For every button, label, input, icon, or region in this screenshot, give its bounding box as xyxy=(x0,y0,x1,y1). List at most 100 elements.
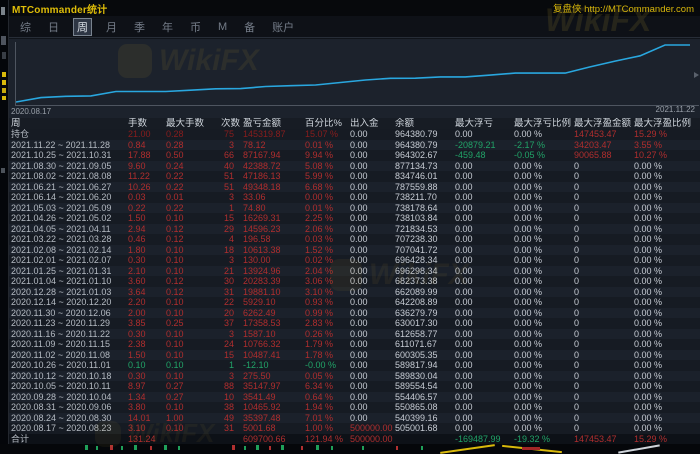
table-row[interactable]: 2020.12.28 ~ 2021.01.033.640.123119881.1… xyxy=(9,287,700,298)
table-row[interactable]: 2020.10.26 ~ 2020.11.010.100.101-12.10-0… xyxy=(9,360,700,371)
column-header-3[interactable]: 次数 xyxy=(221,118,243,129)
table-row[interactable]: 2021.08.30 ~ 2021.09.059.600.244042388.7… xyxy=(9,161,700,172)
table-row[interactable]: 2020.08.24 ~ 2020.08.3014.011.004935397.… xyxy=(9,413,700,424)
table-row[interactable]: 2020.11.02 ~ 2020.11.081.500.101510487.4… xyxy=(9,350,700,361)
cell-手数: 1.80 xyxy=(128,245,166,256)
cell-最大浮盈金额: 147453.47 xyxy=(574,129,634,140)
table-row[interactable]: 2021.04.05 ~ 2021.04.112.940.122914596.2… xyxy=(9,224,700,235)
cell-手数: 3.85 xyxy=(128,318,166,329)
cell-余额: 696298.34 xyxy=(395,266,455,277)
column-header-2[interactable]: 最大手数 xyxy=(166,118,221,129)
cell-最大浮盈比例: 0.00 % xyxy=(634,182,700,193)
table-row[interactable]: 2020.08.31 ~ 2020.09.063.800.103810465.9… xyxy=(9,402,700,413)
tab-周[interactable]: 周 xyxy=(73,18,92,36)
tab-月[interactable]: 月 xyxy=(103,18,120,36)
cell-次数: 75 xyxy=(221,129,243,140)
tab-日[interactable]: 日 xyxy=(45,18,62,36)
table-row[interactable]: 2020.11.16 ~ 2020.11.220.300.1031587.100… xyxy=(9,329,700,340)
table-row[interactable]: 2021.01.04 ~ 2021.01.103.600.123020283.3… xyxy=(9,276,700,287)
row-label: 2021.02.01 ~ 2021.02.07 xyxy=(11,255,128,266)
cell-余额: 877134.73 xyxy=(395,161,455,172)
tab-综[interactable]: 综 xyxy=(17,18,34,36)
cell-最大手数: 0.10 xyxy=(166,266,221,277)
table-row[interactable]: 2021.01.25 ~ 2021.01.312.100.102113924.9… xyxy=(9,266,700,277)
cell-最大浮亏: 0.00 xyxy=(455,318,514,329)
table-row[interactable]: 2021.06.21 ~ 2021.06.2710.260.225149348.… xyxy=(9,182,700,193)
cell-最大浮亏比例: 0.00 % xyxy=(514,371,574,382)
table-row[interactable]: 2020.08.17 ~ 2020.08.233.100.10315001.68… xyxy=(9,423,700,434)
table-row[interactable]: 2020.12.14 ~ 2020.12.202.200.10225929.10… xyxy=(9,297,700,308)
table-row[interactable]: 2020.11.30 ~ 2020.12.062.000.10206262.49… xyxy=(9,308,700,319)
cell-次数: 3 xyxy=(221,255,243,266)
open-position-row[interactable]: 持仓21.000.2875145319.8715.07 %0.00964380.… xyxy=(9,129,700,140)
cell-最大浮亏比例: 0.00 % xyxy=(514,392,574,403)
cell-最大浮盈金额: 0 xyxy=(574,234,634,245)
column-header-9[interactable]: 最大浮亏比例 xyxy=(514,118,574,129)
cell-最大浮亏: 0.00 xyxy=(455,255,514,266)
cell-最大浮盈金额: 0 xyxy=(574,213,634,224)
table-row[interactable]: 2021.04.26 ~ 2021.05.021.500.101516269.3… xyxy=(9,213,700,224)
table-row[interactable]: 2021.02.08 ~ 2021.02.141.800.101810613.3… xyxy=(9,245,700,256)
column-header-1[interactable]: 手数 xyxy=(128,118,166,129)
cell-出入金: 0.00 xyxy=(350,371,395,382)
cell-余额: 682373.38 xyxy=(395,276,455,287)
cell-出入金: 0.00 xyxy=(350,213,395,224)
table-row[interactable]: 2020.10.12 ~ 2020.10.180.300.103275.500.… xyxy=(9,371,700,382)
row-label: 2021.08.30 ~ 2021.09.05 xyxy=(11,161,128,172)
table-row[interactable]: 2021.02.01 ~ 2021.02.070.300.103130.000.… xyxy=(9,255,700,266)
cell-手数: 10.26 xyxy=(128,182,166,193)
cell-余额: 787559.88 xyxy=(395,182,455,193)
cell-最大浮亏比例: 0.00 % xyxy=(514,234,574,245)
cell-最大浮盈比例: 0.00 % xyxy=(634,161,700,172)
table-row[interactable]: 2021.08.02 ~ 2021.08.0811.220.225147186.… xyxy=(9,171,700,182)
total-row[interactable]: 合计131.24609700.66121.94 %500000.00-16948… xyxy=(9,434,700,445)
tab-账户[interactable]: 账户 xyxy=(269,18,297,36)
cell-手数: 0.30 xyxy=(128,329,166,340)
column-header-8[interactable]: 最大浮亏 xyxy=(455,118,514,129)
table-row[interactable]: 2020.11.23 ~ 2020.11.293.850.253717358.5… xyxy=(9,318,700,329)
column-header-0[interactable]: 周 xyxy=(11,118,128,129)
tab-币[interactable]: 币 xyxy=(187,18,204,36)
table-row[interactable]: 2020.11.09 ~ 2020.11.152.380.102410766.3… xyxy=(9,339,700,350)
cell-最大浮盈比例: 0.00 % xyxy=(634,255,700,266)
cell-最大浮亏: 0.00 xyxy=(455,381,514,392)
cell-手数: 1.34 xyxy=(128,392,166,403)
cell-最大浮盈比例: 10.27 % xyxy=(634,150,700,161)
table-row[interactable]: 2021.05.03 ~ 2021.05.090.220.22174.800.0… xyxy=(9,203,700,214)
cell-最大浮亏: 0.00 xyxy=(455,171,514,182)
tab-M[interactable]: M xyxy=(215,20,230,34)
row-label: 2021.11.22 ~ 2021.11.28 xyxy=(11,140,128,151)
table-row[interactable]: 2020.09.28 ~ 2020.10.041.340.27103541.49… xyxy=(9,392,700,403)
table-row[interactable]: 2021.03.22 ~ 2021.03.280.460.124196.580.… xyxy=(9,234,700,245)
cell-最大浮盈比例: 0.00 % xyxy=(634,234,700,245)
table-row[interactable]: 2021.06.14 ~ 2021.06.200.030.01333.060.0… xyxy=(9,192,700,203)
column-header-6[interactable]: 出入金 xyxy=(350,118,395,129)
brand-link[interactable]: 复盘侠 http://MTCommander.com xyxy=(553,1,694,15)
column-header-10[interactable]: 最大浮盈金额 xyxy=(574,118,634,129)
column-header-7[interactable]: 余额 xyxy=(395,118,455,129)
cell-盈亏金额: 1587.10 xyxy=(243,329,305,340)
cell-最大浮亏: 0.00 xyxy=(455,339,514,350)
tab-bar: 综日周月季年币M备账户 xyxy=(9,16,700,38)
cell-手数: 3.80 xyxy=(128,402,166,413)
cell-最大浮盈金额: 0 xyxy=(574,182,634,193)
cell-次数: 29 xyxy=(221,224,243,235)
column-header-11[interactable]: 最大浮盈比例 xyxy=(634,118,700,129)
cell-最大浮盈金额: 0 xyxy=(574,224,634,235)
table-row[interactable]: 2020.10.05 ~ 2020.10.118.970.278835147.9… xyxy=(9,381,700,392)
cell-最大浮亏: 0.00 xyxy=(455,287,514,298)
row-label: 2020.12.28 ~ 2021.01.03 xyxy=(11,287,128,298)
tab-季[interactable]: 季 xyxy=(131,18,148,36)
tab-备[interactable]: 备 xyxy=(241,18,258,36)
row-label: 2020.11.30 ~ 2020.12.06 xyxy=(11,308,128,319)
cell-次数: 31 xyxy=(221,287,243,298)
cell-手数: 21.00 xyxy=(128,129,166,140)
column-header-4[interactable]: 盈亏金额 xyxy=(243,118,305,129)
column-header-5[interactable]: 百分比% xyxy=(305,118,350,129)
cell-出入金: 0.00 xyxy=(350,276,395,287)
cell-最大浮亏: 0.00 xyxy=(455,224,514,235)
table-row[interactable]: 2021.10.25 ~ 2021.10.3117.880.506687167.… xyxy=(9,150,700,161)
cell-手数: 131.24 xyxy=(128,434,166,445)
table-row[interactable]: 2021.11.22 ~ 2021.11.280.840.28378.120.0… xyxy=(9,140,700,151)
tab-年[interactable]: 年 xyxy=(159,18,176,36)
